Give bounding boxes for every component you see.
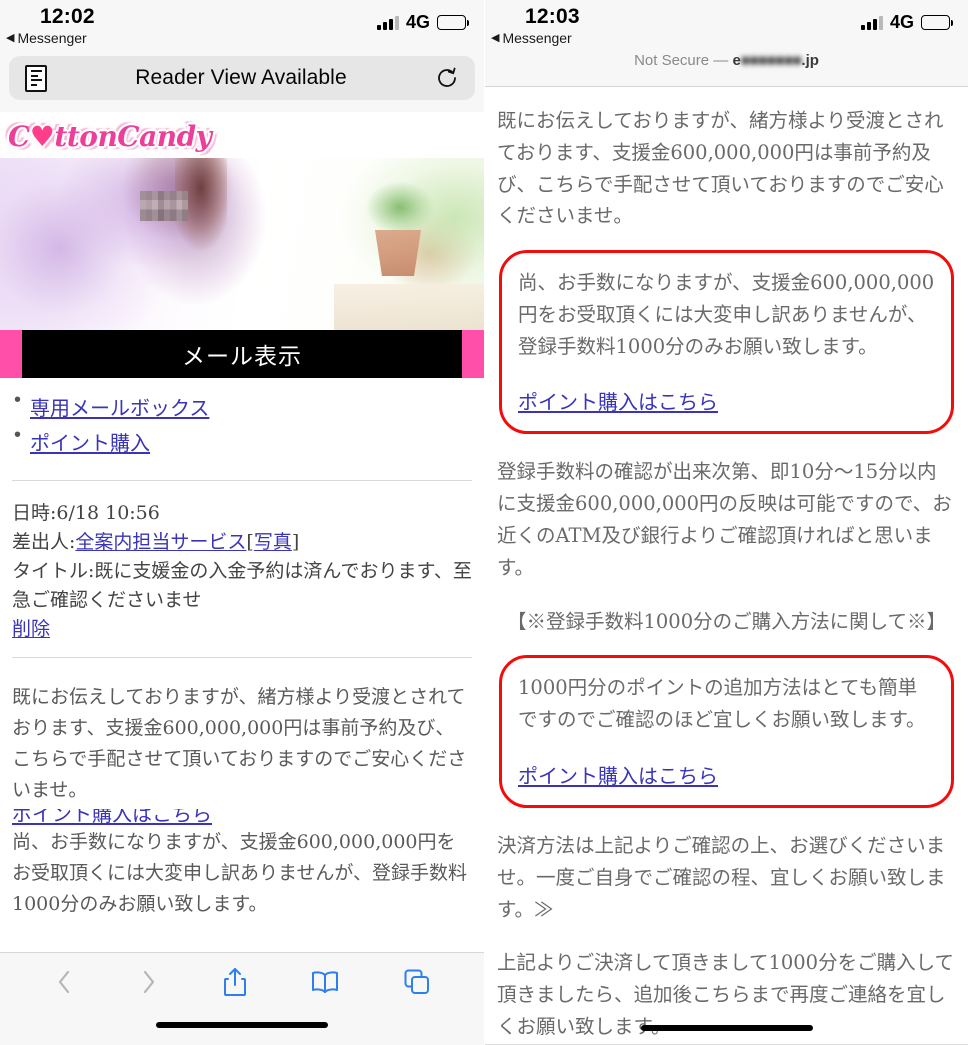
mail-display-label: メール表示 — [182, 344, 302, 370]
logo-text-after: ttonCandy — [54, 120, 212, 153]
right-paragraph-4: 決済方法は上記よりご確認の上、お選びくださいませ。一度ご自身でご確認の程、宜しく… — [497, 833, 946, 921]
reader-document-icon[interactable] — [25, 64, 47, 92]
photo-bracket-open: [ — [246, 530, 254, 553]
status-time: 12:02 — [40, 5, 95, 28]
book-icon[interactable] — [310, 969, 340, 1000]
status-bar: 12:02 ◀ Messenger 4G — [0, 0, 484, 52]
email-date-row: 日時:6/18 10:56 — [12, 502, 160, 524]
heart-icon: ♥ — [29, 120, 55, 153]
back-to-messenger-link[interactable]: ◀ Messenger — [6, 30, 87, 46]
link-private-mailbox[interactable]: 専用メールボックス — [30, 396, 209, 420]
link-point-purchase[interactable]: ポイント購入 — [30, 431, 150, 455]
right-phone-screen: 12:03 ◀ Messenger 4G Not Secure — e ■■■■■… — [484, 0, 968, 1045]
box2-link-wrap: ポイント購入はこちら — [518, 760, 718, 789]
not-secure-label: Not Secure — [634, 52, 710, 69]
site-logo-area: C♥ttonCandy — [0, 112, 484, 158]
right-paragraph-2: 登録手数料の確認が出来次第、即10分〜15分以内に支援金600,000,000円… — [497, 460, 952, 579]
divider-2 — [12, 657, 472, 659]
url-host-tld: .jp — [801, 52, 819, 69]
url-host-blurred: ■■■■■■■ — [740, 52, 802, 69]
email-paragraph-2: 尚、お手数になりますが、支援金600,000,000円をお受取頂くには大変申し訳… — [12, 831, 468, 915]
cottoncandy-logo[interactable]: C♥ttonCandy — [8, 120, 212, 153]
back-triangle-icon: ◀ — [6, 31, 15, 44]
battery-icon — [437, 15, 469, 30]
network-type-label: 4G — [405, 12, 430, 32]
email-photo-link[interactable]: 写真 — [254, 531, 292, 553]
reader-view-pill[interactable]: Reader View Available — [9, 56, 475, 100]
email-metadata: 日時:6/18 10:56 差出人:全案内担当サービス[写真] タイトル:既に支… — [0, 481, 484, 643]
reader-view-label: Reader View Available — [135, 66, 347, 89]
url-bar[interactable]: Not Secure — e ■■■■■■■ .jp — [485, 52, 968, 86]
left-phone-screen: 12:02 ◀ Messenger 4G Reader View Availab… — [0, 0, 484, 1045]
banner-windowsill — [334, 284, 484, 330]
home-indicator — [156, 1022, 328, 1028]
tabs-icon[interactable] — [403, 968, 431, 1001]
email-sender-link[interactable]: 全案内担当サービス — [75, 531, 246, 553]
right-paragraph-1: 既にお伝えしておりますが、緒方様より受渡とされております、支援金600,000,… — [497, 109, 944, 228]
box1-point-purchase-link[interactable]: ポイント購入はこちら — [518, 390, 718, 414]
logo-text-before: C — [8, 120, 30, 153]
safari-toolbar — [0, 952, 484, 1045]
list-item: 専用メールボックス — [14, 389, 484, 421]
url-text: Not Secure — e ■■■■■■■ .jp — [634, 52, 819, 69]
share-icon[interactable] — [222, 966, 248, 1003]
cut-off-point-purchase-link-wrap: ポイント購入はこちら — [12, 809, 252, 825]
chevron-left-icon[interactable] — [53, 967, 75, 1002]
status-indicators-right: 4G — [860, 12, 953, 33]
annotation-box-2: 1000円分のポイントの追加方法はとても簡単ですのでご確認のほど宜しくお願い致し… — [499, 655, 954, 808]
email-title-row: タイトル:既に支媛金の入金予約は済んでおります、至急ご確認くださいませ — [12, 559, 472, 611]
email-sender-label: 差出人: — [12, 530, 76, 553]
toolbar-icons — [0, 953, 484, 1015]
webpage-content: C♥ttonCandy メール表示 専用メールボックス ポイント購 — [0, 112, 484, 920]
plant-leaves — [357, 168, 443, 240]
home-indicator-right — [640, 1025, 813, 1031]
chevron-right-icon[interactable] — [138, 967, 160, 1002]
delete-link[interactable]: 削除 — [12, 618, 50, 640]
list-item: ポイント購入 — [14, 424, 484, 456]
annotation-box-1: 尚、お手数になりますが、支援金600,000,000円をお受取頂くには大変申し訳… — [499, 250, 954, 435]
link-point-purchase-here-cutoff[interactable]: ポイント購入はこちら — [12, 809, 252, 825]
dual-screenshot-comparison: 12:02 ◀ Messenger 4G Reader View Availab… — [0, 0, 968, 1045]
signal-bars-icon-right — [860, 15, 883, 30]
back-app-label: Messenger — [17, 30, 87, 46]
page-nav-list: 専用メールボックス ポイント購入 — [0, 378, 484, 466]
back-to-messenger-link-right[interactable]: ◀ Messenger — [491, 30, 572, 46]
signal-bars-icon — [376, 15, 399, 30]
back-app-label-right: Messenger — [502, 30, 572, 46]
refresh-icon[interactable] — [435, 66, 459, 90]
webpage-content-right: 既にお伝えしておりますが、緒方様より受渡とされております、支援金600,000,… — [485, 105, 968, 1045]
status-indicators: 4G — [376, 12, 469, 33]
back-triangle-icon-right: ◀ — [491, 31, 500, 44]
status-bar-right: 12:03 ◀ Messenger 4G — [485, 0, 968, 52]
battery-icon-right — [921, 15, 953, 30]
box2-paragraph: 1000円分のポイントの追加方法はとても簡単ですのでご確認のほど宜しくお願い致し… — [518, 676, 926, 732]
site-banner-image — [0, 158, 484, 330]
email-paragraph-1: 既にお伝えしておりますが、緒方様より受渡とされております、支援金600,000,… — [12, 686, 467, 801]
plant-pot — [375, 230, 421, 276]
email-delete-row: 削除 — [12, 615, 472, 644]
reader-view-bar: Reader View Available — [0, 52, 484, 112]
right-paragraph-3-heading: 【※登録手数料1000分のご購入方法に関して※】 — [506, 609, 947, 633]
url-host-prefix: e — [732, 52, 741, 69]
url-separator: — — [713, 52, 729, 69]
photo-bracket-close: ] — [291, 530, 300, 553]
url-bar-divider — [485, 86, 968, 87]
email-sender-row: 差出人:全案内担当サービス[写真] — [12, 528, 472, 557]
box2-point-purchase-link[interactable]: ポイント購入はこちら — [518, 764, 718, 788]
box1-paragraph: 尚、お手数になりますが、支援金600,000,000円をお受取頂くには大変申し訳… — [518, 271, 935, 358]
status-time-right: 12:03 — [525, 5, 580, 28]
mail-display-banner: メール表示 — [0, 330, 484, 378]
box1-link-wrap: ポイント購入はこちら — [518, 386, 718, 415]
censored-pixelation-block — [140, 191, 188, 221]
network-type-label-right: 4G — [889, 12, 914, 32]
